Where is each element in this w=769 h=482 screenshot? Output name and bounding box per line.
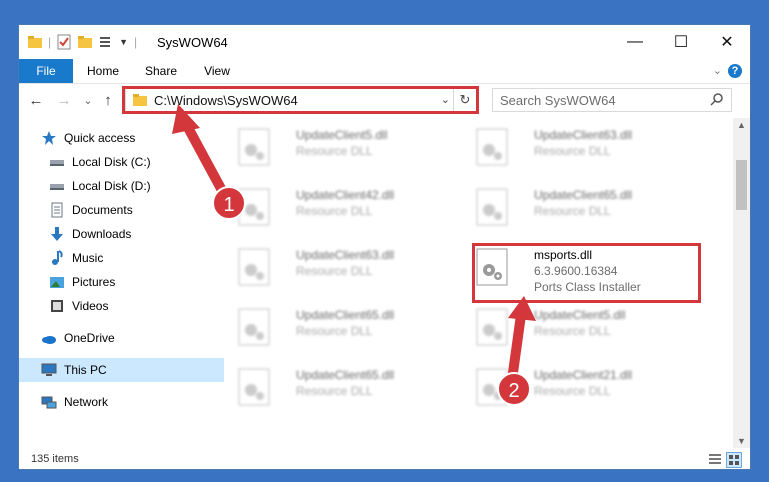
gear-file-icon xyxy=(476,188,508,226)
sidebar-item-label: Music xyxy=(72,251,104,265)
window-title: SysWOW64 xyxy=(157,35,228,50)
divider: | xyxy=(48,35,52,49)
back-button[interactable]: ← xyxy=(27,92,45,110)
step-1-badge: 1 xyxy=(212,186,246,220)
gear-file-icon xyxy=(238,368,270,406)
sidebar-item-music[interactable]: Music 📌 xyxy=(19,246,241,270)
address-bar-highlight xyxy=(122,86,479,114)
tab-file[interactable]: File xyxy=(19,59,73,83)
sidebar-item-label: Pictures xyxy=(72,275,116,289)
new-folder-icon[interactable] xyxy=(77,34,93,50)
file-item[interactable]: UpdateClient65.dll Resource DLL xyxy=(472,182,692,242)
file-item[interactable]: UpdateClient63.dll Resource DLL xyxy=(234,242,454,302)
expand-ribbon-icon[interactable]: ⌄ xyxy=(713,64,722,77)
large-icons-view-icon[interactable] xyxy=(726,452,742,468)
maximize-button[interactable]: ☐ xyxy=(658,25,704,59)
sidebar-item-label: Downloads xyxy=(72,227,132,241)
sidebar-item-label: Documents xyxy=(72,203,133,217)
pc-icon xyxy=(41,362,57,378)
sidebar-item-local-disk-c[interactable]: Local Disk (C:) 📌 xyxy=(19,150,241,174)
help-icon[interactable]: ? xyxy=(728,64,742,78)
file-item[interactable]: UpdateClient42.dll Resource DLL xyxy=(234,182,454,242)
search-placeholder: Search SysWOW64 xyxy=(500,93,616,108)
documents-icon xyxy=(49,202,65,218)
file-item[interactable]: UpdateClient63.dll Resource DLL xyxy=(472,122,692,182)
gear-file-icon xyxy=(238,308,270,346)
title-bar: | ▼ | SysWOW64 — ☐ ✕ xyxy=(19,25,750,59)
file-item[interactable]: UpdateClient5.dll Resource DLL xyxy=(234,122,454,182)
sidebar-item-label: Network xyxy=(64,395,109,409)
step-2-badge: 2 xyxy=(497,372,531,406)
sidebar-item-label: Quick access xyxy=(64,131,136,145)
sidebar-item-label: Videos xyxy=(72,299,109,313)
close-button[interactable]: ✕ xyxy=(704,25,750,59)
gear-file-icon xyxy=(476,308,508,346)
sidebar-item-network[interactable]: Network xyxy=(19,390,233,414)
tab-view[interactable]: View xyxy=(195,59,239,83)
customize-icon[interactable] xyxy=(98,34,114,50)
recent-locations-button[interactable]: ⌄ xyxy=(79,92,97,110)
onedrive-icon xyxy=(41,330,57,346)
scroll-up-icon[interactable]: ▲ xyxy=(733,120,750,130)
tab-home[interactable]: Home xyxy=(79,59,127,83)
file-item[interactable]: UpdateClient65.dll Resource DLL xyxy=(234,302,454,362)
sidebar-item-local-disk-d[interactable]: Local Disk (D:) 📌 xyxy=(19,174,241,198)
search-icon xyxy=(710,92,724,109)
item-count: 135 items xyxy=(31,453,79,465)
scroll-down-icon[interactable]: ▼ xyxy=(733,436,750,446)
minimize-button[interactable]: — xyxy=(612,25,658,59)
file-highlight xyxy=(472,243,701,303)
sidebar-item-label: This PC xyxy=(64,363,107,377)
tab-share[interactable]: Share xyxy=(137,59,185,83)
navigation-pane: Quick access Local Disk (C:) 📌 Local Dis… xyxy=(19,118,239,448)
pictures-icon xyxy=(49,274,65,290)
sidebar-item-label: Local Disk (C:) xyxy=(72,155,151,169)
network-icon xyxy=(41,394,57,410)
status-bar: 135 items xyxy=(19,448,750,469)
chevron-down-icon[interactable]: ▼ xyxy=(119,37,128,47)
divider: | xyxy=(134,35,138,49)
gear-file-icon xyxy=(238,248,270,286)
search-input[interactable]: Search SysWOW64 xyxy=(492,88,732,112)
folder-icon[interactable] xyxy=(27,34,43,50)
gear-file-icon xyxy=(476,128,508,166)
up-button[interactable]: ↑ xyxy=(99,92,117,110)
drive-icon xyxy=(49,178,65,194)
videos-icon xyxy=(49,298,65,314)
quick-access-toolbar: | ▼ | xyxy=(27,33,137,51)
sidebar-item-this-pc[interactable]: This PC xyxy=(19,358,233,382)
drive-icon xyxy=(49,154,65,170)
sidebar-item-pictures[interactable]: Pictures 📌 xyxy=(19,270,241,294)
download-icon xyxy=(49,226,65,242)
sidebar-item-quick-access[interactable]: Quick access xyxy=(19,126,233,150)
sidebar-item-onedrive[interactable]: OneDrive xyxy=(19,326,233,350)
vertical-scrollbar[interactable]: ▲ ▼ xyxy=(733,118,750,448)
sidebar-item-label: OneDrive xyxy=(64,331,115,345)
sidebar-item-downloads[interactable]: Downloads 📌 xyxy=(19,222,241,246)
forward-button[interactable]: → xyxy=(55,92,73,110)
scrollbar-thumb[interactable] xyxy=(736,160,747,210)
file-item[interactable]: UpdateClient5.dll Resource DLL xyxy=(472,302,692,362)
sidebar-item-documents[interactable]: Documents 📌 xyxy=(19,198,241,222)
music-icon xyxy=(49,250,65,266)
file-item[interactable]: UpdateClient65.dll Resource DLL xyxy=(234,362,454,422)
star-icon xyxy=(41,130,57,146)
details-view-icon[interactable] xyxy=(708,452,722,469)
gear-file-icon xyxy=(238,128,270,166)
properties-icon[interactable] xyxy=(56,34,72,50)
sidebar-item-label: Local Disk (D:) xyxy=(72,179,151,193)
sidebar-item-videos[interactable]: Videos 📌 xyxy=(19,294,241,318)
ribbon-tabs: File Home Share View ⌄ ? xyxy=(19,59,750,84)
